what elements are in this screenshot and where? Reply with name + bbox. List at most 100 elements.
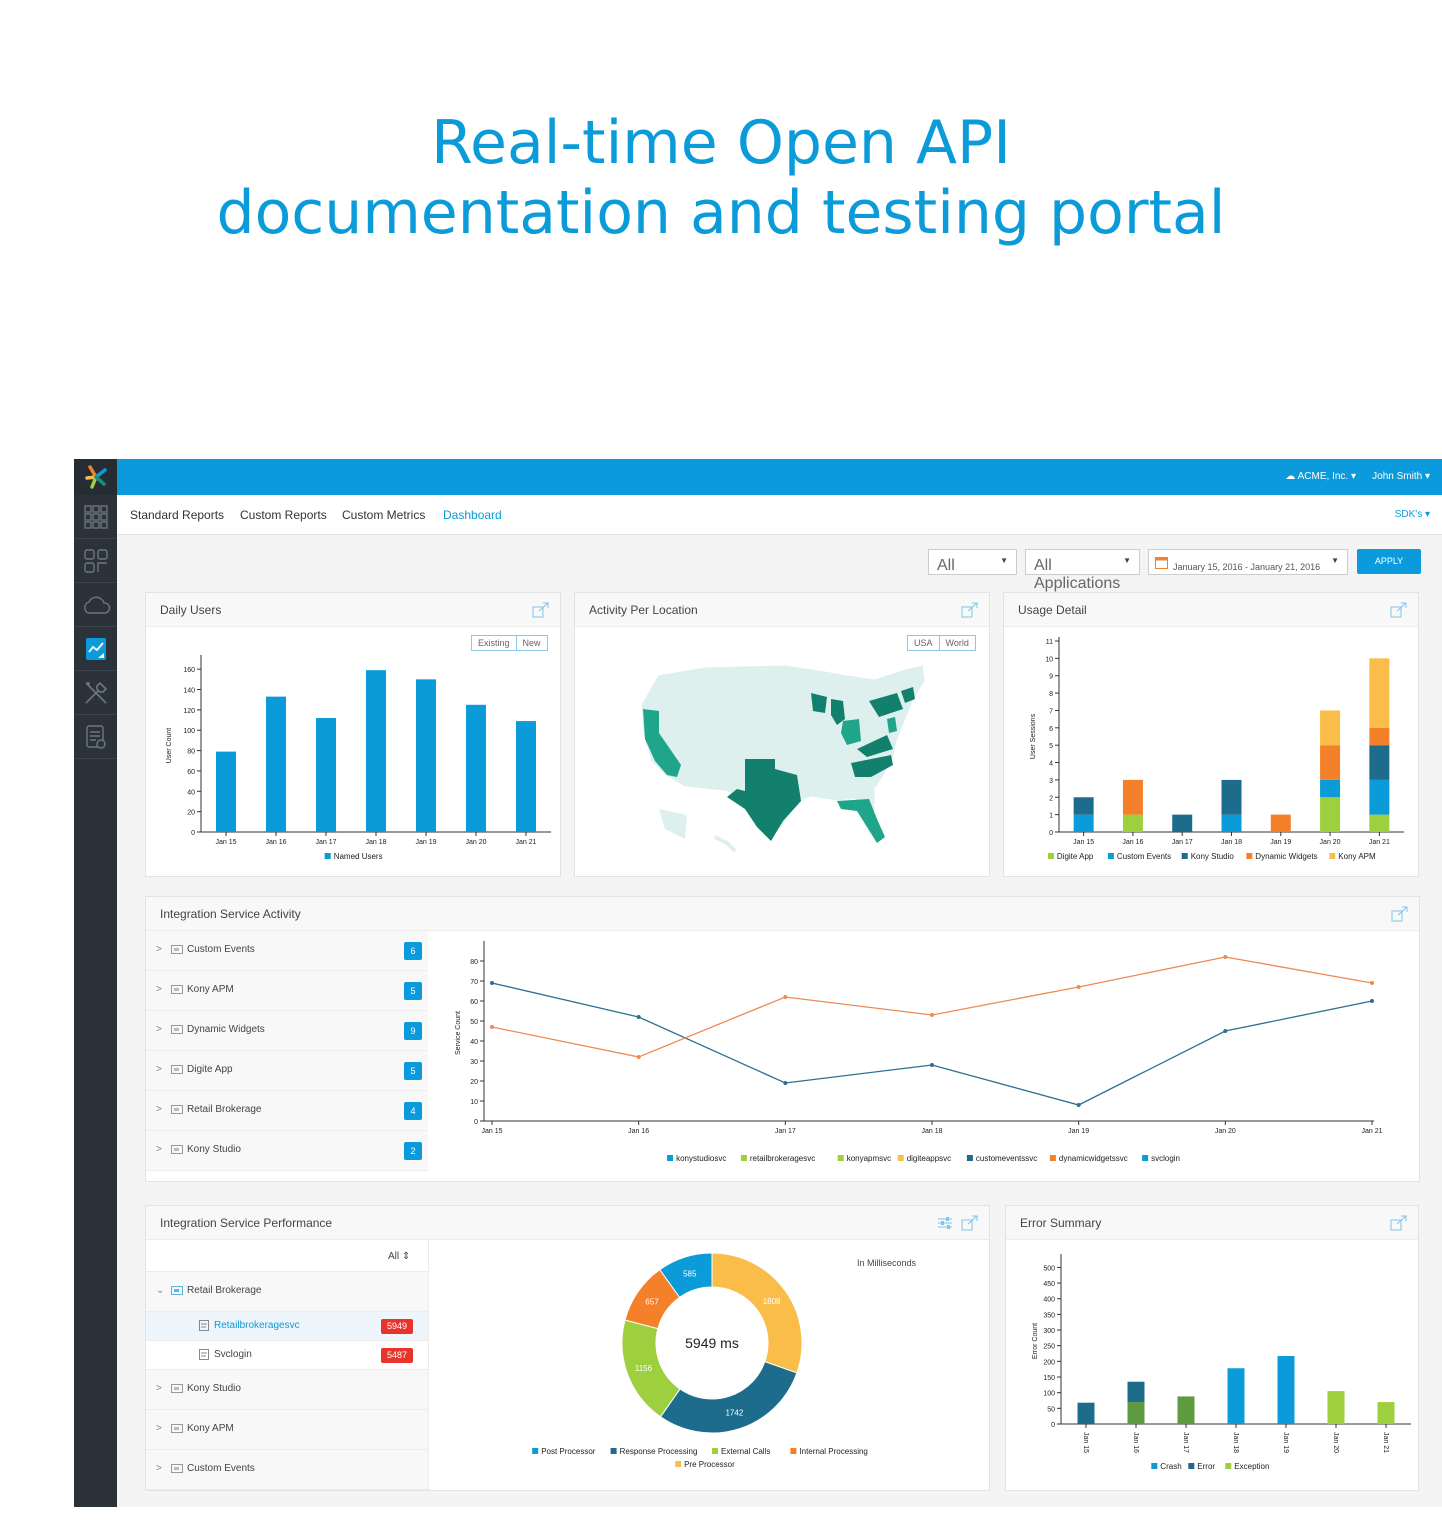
tree-item-label: Retailbrokeragesvc bbox=[214, 1320, 300, 1331]
service-row[interactable]: > Kony APM 5 bbox=[146, 971, 428, 1011]
date-range-picker[interactable]: January 15, 2016 - January 21, 2016 ▼ bbox=[1148, 549, 1348, 575]
donut-center-label: 5949 ms bbox=[685, 1335, 739, 1351]
tools-icon[interactable] bbox=[74, 671, 117, 715]
x-tick-label: Jan 17 bbox=[315, 839, 336, 846]
series-point bbox=[490, 981, 494, 985]
divider bbox=[428, 1240, 429, 1490]
bar-kony-studio bbox=[1073, 797, 1094, 815]
expand-icon[interactable] bbox=[1391, 906, 1409, 927]
expand-icon[interactable] bbox=[1390, 1215, 1408, 1236]
tree-group-row[interactable]: > Custom Events bbox=[146, 1450, 428, 1490]
tab-dashboard[interactable]: Dashboard bbox=[443, 508, 502, 522]
legend-label: Named Users bbox=[334, 852, 383, 861]
tree-group-retail-brokerage[interactable]: ⌄ Retail Brokerage bbox=[146, 1272, 428, 1312]
state-hawaii[interactable] bbox=[714, 835, 737, 853]
tree-group-label: Kony Studio bbox=[187, 1383, 241, 1394]
y-tick-label: 80 bbox=[187, 749, 195, 756]
caret-down-icon: ▼ bbox=[1123, 556, 1131, 565]
account-menu[interactable]: ☁ ACME, Inc. ▾ bbox=[1285, 471, 1356, 482]
chevron-right-icon: > bbox=[156, 944, 162, 955]
apps-icon[interactable] bbox=[74, 539, 117, 583]
expand-icon[interactable] bbox=[532, 602, 550, 623]
legend-label: Digite App bbox=[1057, 852, 1094, 861]
y-tick-label: 6 bbox=[1049, 726, 1053, 733]
caret-down-icon: ▼ bbox=[1000, 556, 1008, 565]
bar-named-users bbox=[466, 704, 486, 832]
y-tick-label: 50 bbox=[1047, 1406, 1055, 1413]
expand-icon[interactable] bbox=[961, 602, 979, 623]
analytics-icon[interactable] bbox=[74, 627, 117, 671]
chevron-right-icon: > bbox=[156, 1423, 162, 1434]
series-point bbox=[930, 1013, 934, 1017]
bar-dynamic-widgets bbox=[1122, 779, 1143, 815]
service-label: Kony Studio bbox=[187, 1144, 241, 1155]
docs-icon[interactable] bbox=[74, 715, 117, 759]
expand-icon[interactable] bbox=[961, 1215, 979, 1236]
apply-button[interactable]: APPLY bbox=[1357, 549, 1421, 574]
tree-group-row[interactable]: > Kony APM bbox=[146, 1410, 428, 1450]
x-tick-label: Jan 19 bbox=[415, 839, 436, 846]
bar-kony-apm bbox=[1320, 710, 1341, 746]
filter-applications-select[interactable]: All Applications ▼ bbox=[1025, 549, 1140, 592]
y-tick-label: 100 bbox=[183, 728, 195, 735]
x-tick-label: Jan 21 bbox=[515, 839, 536, 846]
bar-digite-app bbox=[1122, 814, 1143, 832]
x-tick-label: Jan 18 bbox=[1221, 839, 1242, 846]
tab-custom-metrics[interactable]: Custom Metrics bbox=[342, 508, 425, 522]
legend-label: customeventssvc bbox=[976, 1154, 1037, 1163]
date-range-value: January 15, 2016 - January 21, 2016 bbox=[1173, 562, 1321, 572]
y-tick-label: 9 bbox=[1049, 674, 1053, 681]
sdk-dropdown[interactable]: SDK's ▾ bbox=[1395, 509, 1430, 520]
headline-line-1: Real-time Open API bbox=[431, 108, 1011, 178]
tab-standard-reports[interactable]: Standard Reports bbox=[130, 508, 224, 522]
legend-label: dynamicwidgetssvc bbox=[1059, 1154, 1128, 1163]
legend-swatch bbox=[1225, 1463, 1232, 1469]
y-tick-label: 140 bbox=[183, 688, 195, 695]
bar-kony-apm bbox=[1369, 658, 1390, 728]
tree-item-retailbrokeragesvc[interactable]: Retailbrokeragesvc 5949 bbox=[146, 1312, 428, 1341]
y-tick-label: 8 bbox=[1049, 691, 1053, 698]
y-tick-label: 4 bbox=[1049, 761, 1053, 768]
state-alaska[interactable] bbox=[659, 809, 687, 839]
filter-all-select[interactable]: All ▼ bbox=[928, 549, 1017, 575]
tree-item-svclogin[interactable]: Svclogin 5487 bbox=[146, 1341, 428, 1370]
bar-dynamic-widgets bbox=[1369, 727, 1390, 746]
legend-label: konystudiosvc bbox=[676, 1154, 726, 1163]
bar-kony-studio bbox=[1221, 779, 1242, 815]
slice-value-label: 585 bbox=[683, 1269, 697, 1278]
y-tick-label: 200 bbox=[1043, 1359, 1055, 1366]
service-count-badge: 9 bbox=[404, 1022, 422, 1040]
service-row[interactable]: > Retail Brokerage 4 bbox=[146, 1091, 428, 1131]
series-point bbox=[1370, 999, 1374, 1003]
headline-line-2: documentation and testing portal bbox=[216, 178, 1226, 248]
settings-sliders-icon[interactable] bbox=[937, 1216, 953, 1235]
expand-icon[interactable] bbox=[1390, 602, 1408, 623]
x-tick-label: Jan 18 bbox=[365, 839, 386, 846]
service-row[interactable]: > Custom Events 6 bbox=[146, 931, 428, 971]
service-count-badge: 5 bbox=[404, 1062, 422, 1080]
service-row[interactable]: > Kony Studio 2 bbox=[146, 1131, 428, 1171]
x-tick-label: Jan 19 bbox=[1068, 1128, 1089, 1135]
service-row[interactable]: > Dynamic Widgets 9 bbox=[146, 1011, 428, 1051]
bar-kony-studio bbox=[1369, 745, 1390, 780]
y-tick-label: 100 bbox=[1043, 1391, 1055, 1398]
x-tick-label: Jan 15 bbox=[1082, 1432, 1089, 1453]
tab-custom-reports[interactable]: Custom Reports bbox=[240, 508, 327, 522]
bar-digite-app bbox=[1320, 797, 1341, 832]
state-florida[interactable] bbox=[837, 799, 885, 843]
slice-value-label: 1156 bbox=[635, 1364, 653, 1373]
kony-logo[interactable] bbox=[74, 459, 117, 495]
grid-icon[interactable] bbox=[74, 495, 117, 539]
perf-filter-select[interactable]: All ⇕ bbox=[388, 1251, 410, 1262]
y-axis-label: User Sessions bbox=[1030, 713, 1037, 759]
bar-error bbox=[1077, 1402, 1095, 1424]
bar-exception bbox=[1377, 1402, 1395, 1424]
user-menu[interactable]: John Smith ▾ bbox=[1372, 471, 1430, 482]
cloud-icon[interactable] bbox=[74, 583, 117, 627]
panel-title: Activity Per Location bbox=[575, 593, 989, 627]
tree-group-row[interactable]: > Kony Studio bbox=[146, 1370, 428, 1410]
service-row[interactable]: > Digite App 5 bbox=[146, 1051, 428, 1091]
legend-swatch bbox=[1047, 853, 1054, 859]
y-tick-label: 20 bbox=[470, 1079, 478, 1086]
legend-swatch bbox=[1049, 1155, 1056, 1161]
